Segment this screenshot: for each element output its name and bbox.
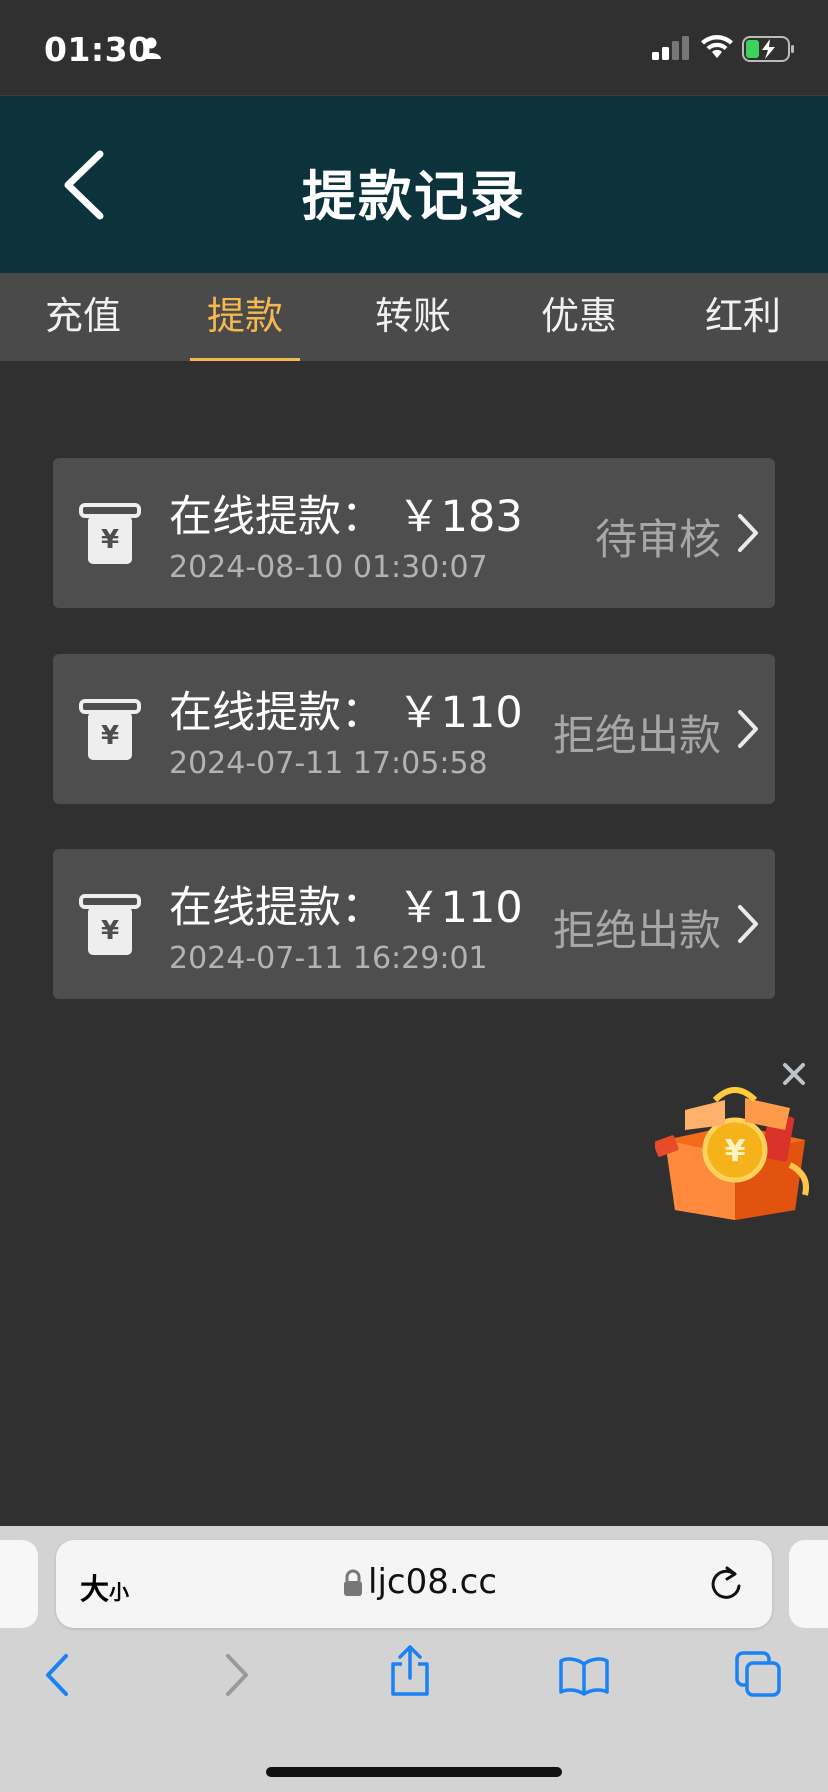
- withdrawal-record[interactable]: ¥ 在线提款： ￥110 2024-07-11 16:29:01 拒绝出款: [53, 849, 775, 999]
- record-title: 在线提款： ￥183: [169, 492, 523, 542]
- atm-withdraw-icon: ¥: [79, 502, 141, 566]
- browser-toolbar: 大小 ljc08.cc: [0, 1526, 828, 1792]
- text-size-button[interactable]: 大小: [80, 1566, 129, 1608]
- browser-back-button[interactable]: [42, 1652, 72, 1702]
- tab-label: 提款: [206, 294, 283, 338]
- svg-text:¥: ¥: [725, 1134, 746, 1169]
- book-icon: [559, 1657, 609, 1696]
- record-date: 2024-07-11 17:05:58: [169, 746, 488, 781]
- share-icon: [391, 1645, 429, 1696]
- signal-icon: [652, 36, 690, 64]
- record-status: 拒绝出款: [552, 906, 721, 955]
- record-date: 2024-08-10 01:30:07: [169, 550, 488, 585]
- text-size-large-label: 大: [80, 1572, 110, 1606]
- lock-icon: [343, 1569, 363, 1601]
- tabs-icon: [735, 1651, 781, 1697]
- svg-text:¥: ¥: [101, 916, 119, 946]
- next-tab-preview[interactable]: [789, 1540, 828, 1628]
- wifi-icon: [700, 34, 734, 64]
- tab-withdraw[interactable]: 提款: [190, 273, 300, 361]
- record-date: 2024-07-11 16:29:01: [169, 941, 488, 976]
- tab-recharge[interactable]: 充值: [24, 273, 142, 361]
- tab-label: 充值: [44, 294, 121, 338]
- record-status: 待审核: [594, 515, 721, 564]
- atm-withdraw-icon: ¥: [79, 893, 141, 957]
- tab-label: 红利: [704, 294, 781, 338]
- battery-charging-icon: [742, 36, 796, 66]
- status-time: 01:30: [44, 30, 152, 69]
- tab-label: 转账: [374, 294, 451, 338]
- reload-icon[interactable]: [708, 1564, 744, 1608]
- withdrawal-record[interactable]: ¥ 在线提款： ￥183 2024-08-10 01:30:07 待审核: [53, 458, 775, 608]
- withdrawal-record[interactable]: ¥ 在线提款： ￥110 2024-07-11 17:05:58 拒绝出款: [53, 654, 775, 804]
- page-header: 提款记录: [0, 96, 828, 273]
- record-tabs: 充值 提款 转账 优惠 红利: [0, 273, 828, 361]
- tabs-button[interactable]: [734, 1650, 782, 1702]
- chevron-left-icon: [46, 1654, 68, 1696]
- promo-gift-icon[interactable]: ¥: [653, 1080, 815, 1225]
- tab-bonus[interactable]: 红利: [684, 273, 802, 361]
- record-title: 在线提款： ￥110: [169, 688, 523, 738]
- tab-promotion[interactable]: 优惠: [520, 273, 638, 361]
- atm-withdraw-icon: ¥: [79, 698, 141, 762]
- active-tab-indicator: [190, 358, 300, 361]
- status-bar: 01:30: [0, 0, 828, 96]
- person-icon: [140, 36, 162, 64]
- chevron-right-icon: [226, 1654, 248, 1696]
- browser-forward-button[interactable]: [222, 1652, 252, 1702]
- record-title: 在线提款： ￥110: [169, 883, 523, 933]
- previous-tab-preview[interactable]: [0, 1540, 38, 1628]
- chevron-right-icon: [735, 512, 761, 554]
- tab-transfer[interactable]: 转账: [354, 273, 472, 361]
- svg-text:¥: ¥: [101, 525, 119, 555]
- bookmarks-button[interactable]: [558, 1656, 610, 1700]
- record-status: 拒绝出款: [552, 711, 721, 760]
- share-button[interactable]: [388, 1644, 432, 1702]
- address-bar[interactable]: 大小 ljc08.cc: [56, 1540, 772, 1628]
- page-title: 提款记录: [302, 165, 526, 228]
- chevron-right-icon: [735, 708, 761, 750]
- text-size-small-label: 小: [109, 1580, 130, 1604]
- chevron-right-icon: [735, 903, 761, 945]
- url-text: ljc08.cc: [368, 1562, 498, 1602]
- svg-text:¥: ¥: [101, 721, 119, 751]
- home-indicator: [266, 1767, 562, 1777]
- tab-label: 优惠: [540, 294, 617, 338]
